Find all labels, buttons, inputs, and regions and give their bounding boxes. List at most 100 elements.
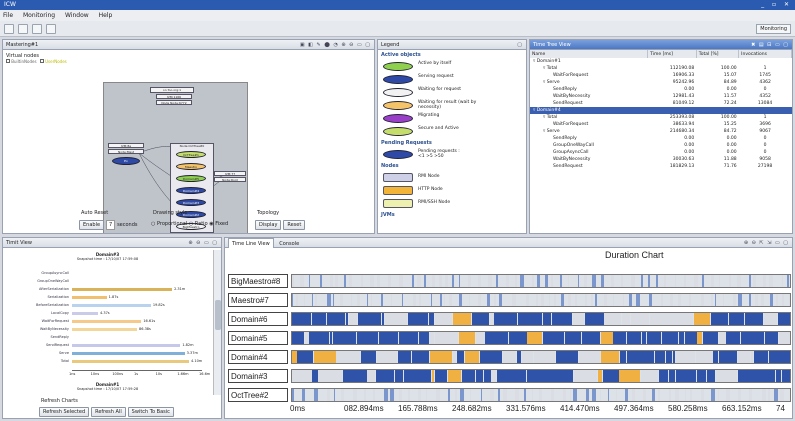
- node-octree1[interactable]: OctTree#1: [176, 151, 206, 158]
- timit-scroll-thumb[interactable]: [215, 300, 221, 330]
- lane-label[interactable]: BigMaestro#8: [228, 274, 288, 288]
- time-tree-controls-icon[interactable]: ✖ ▤ ⊟ ▭ ▢: [751, 40, 789, 50]
- user-nodes-checkbox[interactable]: UserNodes: [45, 59, 67, 64]
- time-tree-row[interactable]: ▿ Serve 95242.96 84.89 4362: [530, 79, 792, 86]
- display-button[interactable]: Display: [255, 220, 282, 230]
- lane-track[interactable]: [291, 369, 791, 383]
- radio-fixed-label[interactable]: Fixed: [215, 221, 228, 227]
- view-controls-icon[interactable]: ▣ ◧ ✎ ⬤ ◔ ⊕ ⊖ ▭ ▢: [300, 40, 371, 50]
- radio-ratio-label[interactable]: Ratio: [195, 221, 208, 227]
- row-invocations: 3696: [759, 122, 771, 127]
- chart-bar[interactable]: [72, 328, 137, 331]
- col-time[interactable]: Time [ms]: [647, 50, 697, 58]
- lane-label[interactable]: Domain#3: [228, 369, 288, 383]
- new-icon[interactable]: [4, 24, 14, 34]
- time-tree-row[interactable]: SendReply 0.00 0.00 0: [530, 135, 792, 142]
- node-node-3[interactable]: Node:Root: [214, 177, 246, 182]
- time-tree-row[interactable]: WaitForRequest 38633.94 15.25 3696: [530, 121, 792, 128]
- time-tree-row[interactable]: WaitByNecessity 30030.63 11.88 9058: [530, 156, 792, 163]
- time-tree-row[interactable]: ▿ Domain#1: [530, 58, 792, 65]
- legend-maximize-icon[interactable]: ▢: [517, 40, 523, 50]
- lane-segment: [726, 332, 731, 344]
- time-tree-row[interactable]: GroupAsyncCall 0.00 0.00 0: [530, 149, 792, 156]
- col-name[interactable]: Name: [530, 50, 649, 58]
- window-controls[interactable]: _ ▫ ✕: [761, 0, 792, 10]
- chart-bar[interactable]: [72, 320, 142, 323]
- save-icon[interactable]: [17, 24, 28, 34]
- col-total[interactable]: Total [%]: [696, 50, 740, 58]
- builtin-nodes-checkbox[interactable]: BuiltinNodes: [11, 59, 36, 64]
- switch-to-basic-button[interactable]: Switch To Basic: [127, 407, 174, 417]
- tab-console[interactable]: Console: [279, 241, 299, 247]
- tab-time-tree[interactable]: Time Tree View: [533, 42, 571, 48]
- time-tree-row[interactable]: ▿ Total 112190.08 100.00 1: [530, 65, 792, 72]
- pending-requests-heading: Pending Requests: [381, 140, 432, 146]
- node-jvm-3[interactable]: JVM:77: [214, 171, 246, 176]
- lane-track[interactable]: [291, 312, 791, 326]
- radio-fixed-icon[interactable]: ◉: [209, 221, 213, 227]
- menu-window[interactable]: Window: [65, 12, 89, 19]
- monitor-icon[interactable]: [31, 24, 42, 34]
- menu-monitoring[interactable]: Monitoring: [23, 12, 55, 19]
- lane-label[interactable]: Domain#4: [228, 350, 288, 364]
- radio-proportional-label[interactable]: Proportional: [157, 221, 187, 227]
- time-tree-row[interactable]: SendReply 0.00 0.00 0: [530, 86, 792, 93]
- tab-time-line[interactable]: Time Line View: [228, 238, 274, 248]
- refresh-selected-button[interactable]: Refresh Selected: [39, 407, 90, 417]
- chart-bar[interactable]: [72, 352, 185, 355]
- lane-segment: [560, 275, 563, 287]
- lane-track[interactable]: [291, 293, 791, 307]
- node-domain4[interactable]: Domain#4: [176, 187, 206, 194]
- node-domain3[interactable]: Domain#3: [176, 199, 206, 206]
- lane-label[interactable]: Domain#6: [228, 312, 288, 326]
- enable-button[interactable]: Enable: [79, 220, 105, 230]
- col-invocations[interactable]: Invocations: [738, 50, 792, 58]
- row-invocations: 1745: [759, 73, 771, 78]
- time-tree-row[interactable]: SendRequest 81049.12 72.24 13084: [530, 100, 792, 107]
- refresh-all-button[interactable]: Refresh All: [91, 407, 126, 417]
- lane-track[interactable]: [291, 350, 791, 364]
- timit-controls-icon[interactable]: ⊕ ⊖ ▭ ▢: [188, 238, 218, 248]
- chart-bar[interactable]: [72, 304, 151, 307]
- chart-bar[interactable]: [72, 344, 181, 347]
- lane-track[interactable]: [291, 274, 791, 288]
- node-node-1[interactable]: Node Node:6772: [156, 100, 192, 105]
- timit-scrollbar[interactable]: [213, 250, 221, 395]
- tab-mastering[interactable]: Mastering#1: [6, 42, 38, 48]
- chart-bar[interactable]: [72, 288, 173, 291]
- node-host-1[interactable]: on foo.org:1: [150, 87, 194, 93]
- node-maestro[interactable]: Maestro: [176, 163, 206, 170]
- node-node-2[interactable]: Node:Mast: [108, 149, 144, 154]
- lane-track[interactable]: [291, 331, 791, 345]
- chart-bar[interactable]: [72, 296, 107, 299]
- radio-proportional-icon[interactable]: ○: [151, 221, 155, 227]
- time-tree-row[interactable]: ▿ Domain#4: [530, 107, 792, 114]
- lane-segment: [430, 332, 435, 344]
- menu-help[interactable]: Help: [99, 12, 113, 19]
- node-ex-ellipse[interactable]: Ex: [112, 157, 140, 165]
- reset-button[interactable]: Reset: [283, 220, 306, 230]
- node-domain5[interactable]: Domain#5: [176, 175, 206, 182]
- time-tree-row[interactable]: ▿ Serve 214680.34 84.72 9067: [530, 128, 792, 135]
- menu-file[interactable]: File: [3, 12, 13, 19]
- lane-label[interactable]: OctTree#2: [228, 388, 288, 402]
- chart-bar[interactable]: [72, 360, 189, 363]
- time-tree-row[interactable]: WaitByNecessity 12981.43 11.57 4352: [530, 93, 792, 100]
- tab-legend[interactable]: Legend: [381, 42, 399, 48]
- seconds-stepper[interactable]: 7: [105, 220, 116, 230]
- refresh-icon[interactable]: [45, 24, 56, 34]
- time-tree-row[interactable]: SendRequest 181829.13 71.76 27198: [530, 163, 792, 170]
- radio-ratio-icon[interactable]: ○: [189, 221, 193, 227]
- time-tree-row[interactable]: WaitForRequest 16906.33 15.07 1745: [530, 72, 792, 79]
- time-tree-row[interactable]: GroupOneWayCall 0.00 0.00 0: [530, 142, 792, 149]
- lane-label[interactable]: Domain#5: [228, 331, 288, 345]
- lane-track[interactable]: [291, 388, 791, 402]
- time-tree-row[interactable]: ▿ Total 253393.08 100.00 1: [530, 114, 792, 121]
- chart-bar[interactable]: [72, 312, 98, 315]
- node-jvm-1[interactable]: JVM:1166: [156, 94, 192, 99]
- tab-timit[interactable]: Timit View: [6, 240, 32, 246]
- lane-label[interactable]: Maestro#7: [228, 293, 288, 307]
- perspective-button[interactable]: Monitoring: [756, 24, 791, 34]
- node-jvm-2[interactable]: JVM:8a: [108, 143, 144, 148]
- time-line-controls-icon[interactable]: ⊕ ⊖ ⇱ ⇲ ▭ ▢: [744, 238, 789, 248]
